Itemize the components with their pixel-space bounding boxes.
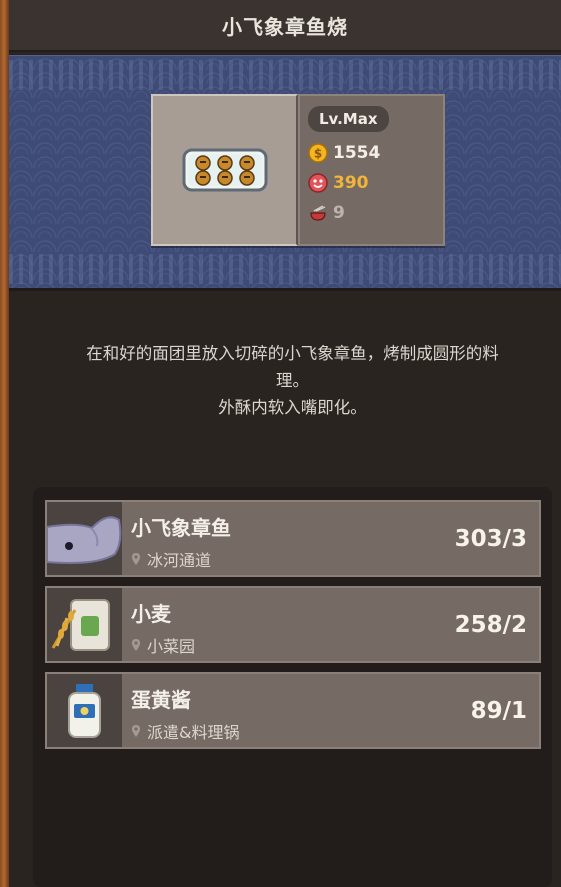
ingredient-row-wheat[interactable]: 小麦 小菜园 258/2 <box>45 586 541 663</box>
takoyaki-plate-icon <box>182 148 267 192</box>
location-pin-icon <box>132 725 140 737</box>
ingredient-thumb <box>47 588 122 661</box>
bowl-icon <box>310 205 326 221</box>
dish-card: Lv.Max $ 1554 390 9 <box>151 94 445 246</box>
fans-value: 390 <box>333 173 369 193</box>
side-rail <box>0 0 9 887</box>
dumbo-octopus-icon <box>47 516 122 564</box>
description-line-3: 外酥内软入嘴即化。 <box>218 398 367 417</box>
dish-art <box>151 94 298 246</box>
ingredient-name: 小飞象章鱼 <box>131 516 231 540</box>
fan-face-icon <box>308 173 328 193</box>
ingredient-count: 89/1 <box>470 697 527 724</box>
wheat-sack-icon <box>51 599 110 651</box>
ingredient-meta: 蛋黄酱 派遣&料理锅 <box>122 674 409 747</box>
ingredient-location[interactable]: 冰河通道 <box>131 547 409 571</box>
title-bar: 小飞象章鱼烧 <box>9 0 561 52</box>
ingredient-name: 蛋黄酱 <box>131 688 191 712</box>
gold-value: 1554 <box>333 143 381 163</box>
description-line-1: 在和好的面团里放入切碎的小飞象章鱼，烤制成圆形的料 <box>86 344 499 363</box>
ingredient-meta: 小飞象章鱼 冰河通道 <box>122 502 409 575</box>
level-badge: Lv.Max <box>308 106 389 132</box>
ingredient-row-mayonnaise[interactable]: 蛋黄酱 派遣&料理锅 89/1 <box>45 672 541 749</box>
ingredient-thumb <box>47 502 122 575</box>
ingredient-name: 小麦 <box>131 602 171 626</box>
ingredient-meta: 小麦 小菜园 <box>122 588 409 661</box>
gold-stat: $ 1554 <box>308 138 435 168</box>
ingredients-panel: 小飞象章鱼 冰河通道 303/3 小麦 小菜园 258/2 蛋黄酱 派遣&料理锅… <box>33 487 552 887</box>
ingredient-location[interactable]: 派遣&料理锅 <box>131 719 409 743</box>
time-value: 9 <box>333 203 345 223</box>
gold-coin-icon: $ <box>308 143 328 163</box>
ingredient-location-text: 派遣&料理锅 <box>147 723 240 742</box>
dish-description: 在和好的面团里放入切碎的小飞象章鱼，烤制成圆形的料 理。 外酥内软入嘴即化。 <box>30 340 555 421</box>
location-pin-icon <box>132 553 140 565</box>
svg-text:$: $ <box>314 147 322 161</box>
location-pin-icon <box>132 639 140 651</box>
bowl-stat: 9 <box>308 198 435 228</box>
ingredient-thumb <box>47 674 122 747</box>
ingredient-count: 303/3 <box>454 525 527 552</box>
banner-pattern-top <box>9 60 561 90</box>
fans-stat: 390 <box>308 168 435 198</box>
description-line-2: 理。 <box>276 371 309 390</box>
mayonnaise-jar-icon <box>68 684 101 738</box>
dish-stats: Lv.Max $ 1554 390 9 <box>298 94 445 246</box>
banner-pattern-bottom <box>9 254 561 284</box>
ingredient-row-octopus[interactable]: 小飞象章鱼 冰河通道 303/3 <box>45 500 541 577</box>
ingredient-location-text: 冰河通道 <box>147 551 212 570</box>
page-title: 小飞象章鱼烧 <box>222 14 348 39</box>
ingredient-count: 258/2 <box>454 611 527 638</box>
ingredient-location-text: 小菜园 <box>147 637 196 656</box>
ingredient-location[interactable]: 小菜园 <box>131 633 409 657</box>
